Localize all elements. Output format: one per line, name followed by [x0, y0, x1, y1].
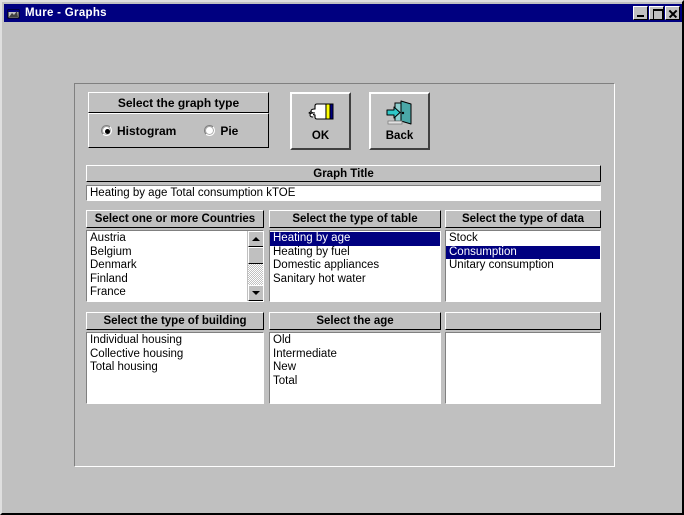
- application-window: Mure - Graphs Select the graph type Hist…: [0, 0, 684, 515]
- radio-pie[interactable]: Pie: [204, 124, 238, 138]
- pointing-hand-icon: [306, 99, 336, 127]
- scroll-down-icon[interactable]: [248, 285, 263, 301]
- empty-listbox[interactable]: [445, 332, 601, 404]
- countries-group: Select one or more Countries Austria Bel…: [86, 210, 264, 302]
- table-type-items: Heating by age Heating by fuel Domestic …: [270, 231, 440, 301]
- ok-button-label: OK: [311, 130, 330, 142]
- radio-pie-label: Pie: [220, 123, 239, 138]
- graph-type-header: Select the graph type: [88, 92, 269, 113]
- graph-title-input[interactable]: Heating by age Total consumption kTOE: [86, 185, 601, 201]
- list-item[interactable]: Finland: [87, 273, 247, 287]
- age-header: Select the age: [269, 312, 441, 330]
- scrollbar-thumb[interactable]: [248, 247, 263, 264]
- list-item[interactable]: Consumption: [446, 245, 600, 259]
- countries-scrollbar[interactable]: [247, 231, 263, 301]
- countries-items: Austria Belgium Denmark Finland France: [87, 231, 247, 301]
- list-item[interactable]: Heating by age: [270, 232, 440, 246]
- table-type-listbox[interactable]: Heating by age Heating by fuel Domestic …: [269, 230, 441, 302]
- back-button-label: Back: [385, 130, 414, 142]
- window-controls: [633, 6, 680, 20]
- ok-button[interactable]: OK: [290, 92, 351, 150]
- age-listbox[interactable]: Old Intermediate New Total: [269, 332, 441, 404]
- exit-door-icon: [385, 99, 415, 127]
- data-type-group: Select the type of data Stock Consumptio…: [445, 210, 601, 302]
- list-item[interactable]: Individual housing: [87, 334, 263, 348]
- list-item[interactable]: Total: [270, 375, 440, 389]
- list-item[interactable]: Unitary consumption: [446, 259, 600, 273]
- building-type-listbox[interactable]: Individual housing Collective housing To…: [86, 332, 264, 404]
- empty-group: [445, 312, 601, 404]
- title-bar: Mure - Graphs: [4, 4, 682, 22]
- list-item[interactable]: Collective housing: [87, 348, 263, 362]
- radio-pie-dot[interactable]: [204, 125, 216, 136]
- list-item[interactable]: New: [270, 361, 440, 375]
- building-type-items: Individual housing Collective housing To…: [87, 333, 263, 403]
- building-type-header: Select the type of building: [86, 312, 264, 330]
- list-item[interactable]: Old: [270, 334, 440, 348]
- list-item[interactable]: Denmark: [87, 259, 247, 273]
- countries-listbox[interactable]: Austria Belgium Denmark Finland France: [86, 230, 264, 302]
- empty-header: [445, 312, 601, 330]
- radio-histogram-dot[interactable]: [101, 125, 112, 136]
- data-type-listbox[interactable]: Stock Consumption Unitary consumption: [445, 230, 601, 302]
- age-group: Select the age Old Intermediate New Tota…: [269, 312, 441, 404]
- minimize-button[interactable]: [633, 6, 648, 20]
- list-item[interactable]: Total housing: [87, 361, 263, 375]
- close-button[interactable]: [665, 6, 680, 20]
- countries-header: Select one or more Countries: [86, 210, 264, 228]
- list-item[interactable]: Heating by fuel: [270, 246, 440, 260]
- data-type-header: Select the type of data: [445, 210, 601, 228]
- maximize-button[interactable]: [649, 6, 664, 20]
- graph-title-header: Graph Title: [86, 165, 601, 182]
- list-item[interactable]: Intermediate: [270, 348, 440, 362]
- radio-histogram[interactable]: Histogram: [101, 124, 176, 138]
- list-item[interactable]: Sanitary hot water: [270, 273, 440, 287]
- list-item[interactable]: Belgium: [87, 246, 247, 260]
- age-items: Old Intermediate New Total: [270, 333, 440, 403]
- table-type-header: Select the type of table: [269, 210, 441, 228]
- radio-histogram-label: Histogram: [117, 123, 177, 138]
- app-window-icon: [7, 7, 21, 20]
- list-item[interactable]: Domestic appliances: [270, 259, 440, 273]
- list-item[interactable]: Stock: [446, 232, 600, 246]
- building-type-group: Select the type of building Individual h…: [86, 312, 264, 404]
- data-type-items: Stock Consumption Unitary consumption: [446, 231, 600, 301]
- graph-type-group: Select the graph type Histogram Pie: [88, 92, 269, 148]
- list-item[interactable]: Austria: [87, 232, 247, 246]
- empty-items: [446, 333, 600, 403]
- back-button[interactable]: Back: [369, 92, 430, 150]
- list-item[interactable]: France: [87, 286, 247, 300]
- table-type-group: Select the type of table Heating by age …: [269, 210, 441, 302]
- graph-type-body: Histogram Pie: [88, 113, 269, 148]
- scroll-up-icon[interactable]: [248, 231, 263, 247]
- window-title: Mure - Graphs: [25, 7, 107, 19]
